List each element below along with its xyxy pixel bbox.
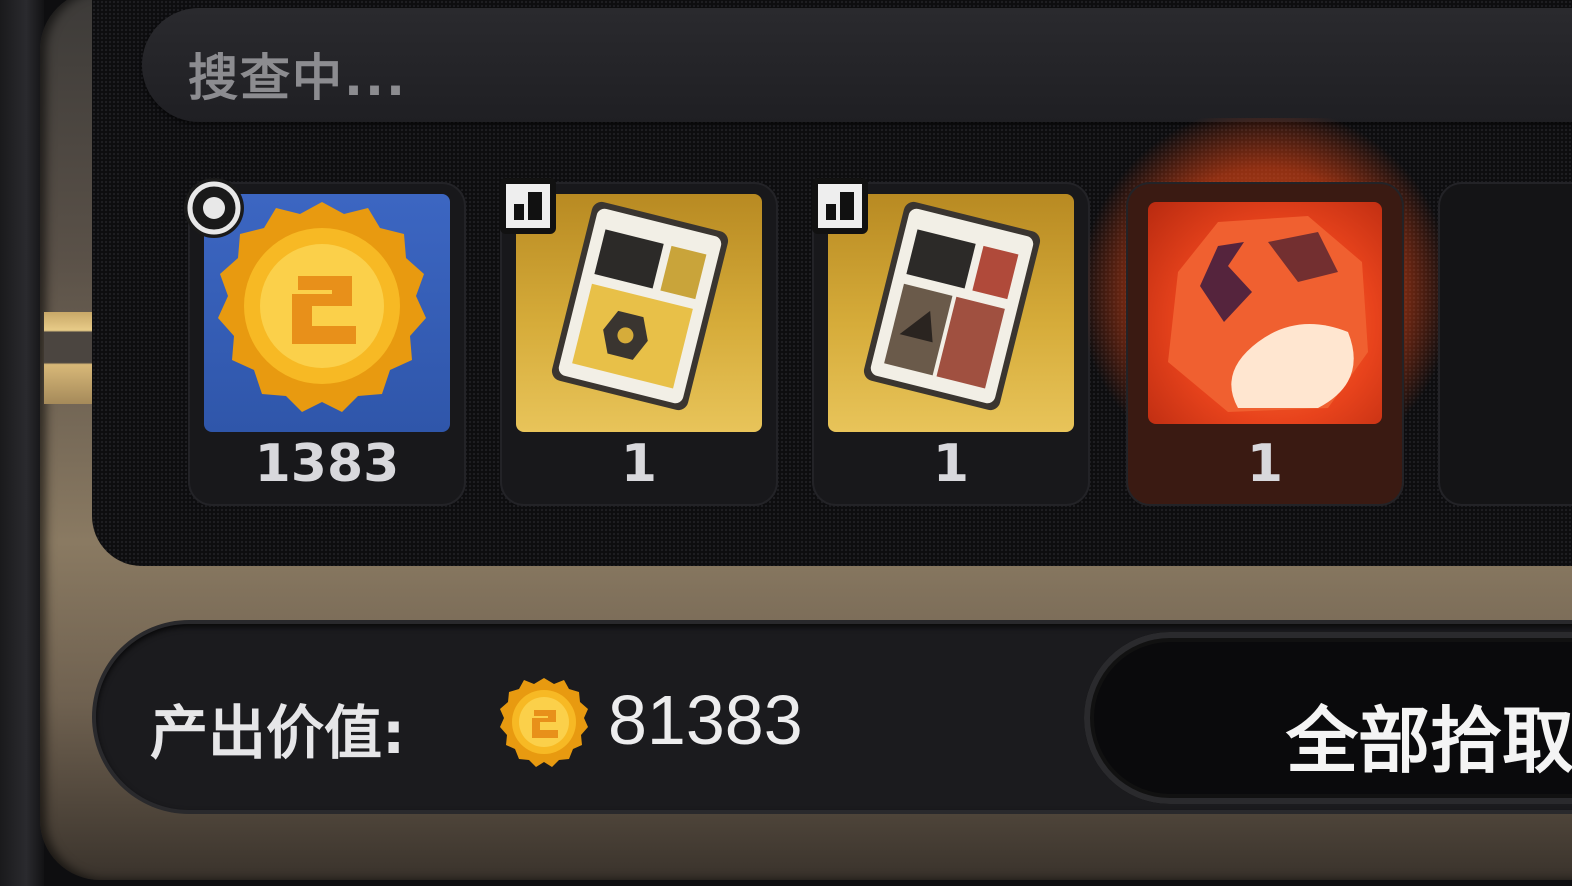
item-background — [1148, 202, 1382, 424]
output-value-amount: 81383 — [608, 681, 803, 759]
item-slot-document[interactable]: 1 — [812, 178, 1090, 506]
coin-badge-icon — [184, 178, 244, 238]
outer-frame-left — [0, 0, 44, 886]
item-slot-coin[interactable]: 1383 — [184, 178, 466, 506]
search-status-text: 搜查中... — [188, 49, 407, 107]
frame-accent-stripe — [44, 312, 92, 404]
coin-icon — [500, 678, 588, 767]
collect-all-button-label[interactable]: 全部拾取 — [1286, 682, 1572, 787]
item-slot-document[interactable]: 1 — [500, 178, 778, 506]
document-badge-icon — [812, 178, 868, 234]
document-badge-icon — [500, 178, 556, 234]
item-count: 1 — [932, 434, 970, 494]
item-count: 1383 — [254, 434, 400, 494]
item-slot-empty[interactable] — [1438, 182, 1572, 506]
item-slot-ore[interactable]: 1 — [1126, 182, 1404, 506]
output-value-label: 产出价值: — [150, 699, 406, 767]
item-count: 1 — [1246, 434, 1284, 494]
ore-icon — [1168, 216, 1368, 412]
item-count: 1 — [620, 434, 658, 494]
